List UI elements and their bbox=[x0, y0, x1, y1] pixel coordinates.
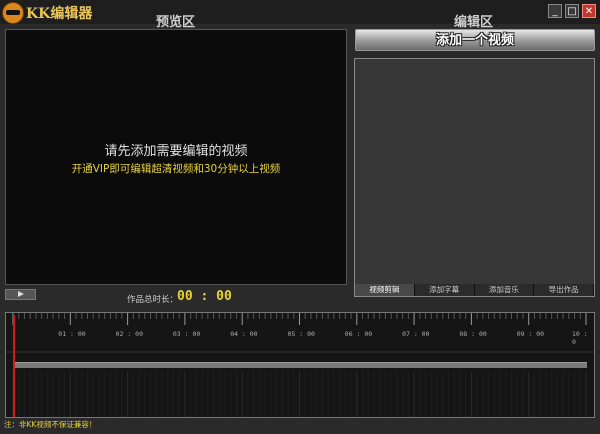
timeline[interactable]: 01 : 00 02 : 00 03 : 00 04 : 00 05 : 00 06 : … bbox=[5, 312, 595, 418]
preview-message: 请先添加需要编辑的视频 bbox=[104, 144, 248, 159]
add-video-button[interactable]: 添加一个视频 bbox=[355, 29, 595, 51]
duration-value: 00 : 00 bbox=[177, 289, 232, 304]
app-logo-icon bbox=[2, 2, 24, 24]
preview-pane: 请先添加需要编辑的视频 开通VIP即可编辑超清视频和30分钟以上视频 bbox=[5, 29, 347, 285]
track-lower-area bbox=[12, 371, 587, 417]
tab-add-music[interactable]: 添加音乐 bbox=[474, 284, 535, 296]
close-button[interactable]: ✕ bbox=[582, 4, 596, 18]
minimize-button[interactable]: _ bbox=[548, 4, 562, 18]
ruler-time-label: 05 : 00 bbox=[287, 330, 315, 338]
edit-pane bbox=[354, 58, 595, 297]
ruler-time-label: 07 : 00 bbox=[402, 330, 430, 338]
ruler-time-label: 10 : 0 bbox=[572, 330, 588, 346]
ruler-time-label: 06 : 00 bbox=[344, 330, 373, 338]
maximize-button[interactable]: □ bbox=[565, 4, 579, 18]
ruler-time-label: 08 : 00 bbox=[459, 330, 487, 338]
ruler-time-label: 04 : 00 bbox=[230, 330, 258, 338]
tab-video-clip[interactable]: 视频剪辑 bbox=[355, 284, 415, 296]
ruler-time-label: 02 : 00 bbox=[115, 330, 143, 338]
playhead[interactable] bbox=[13, 315, 15, 417]
tab-export[interactable]: 导出作品 bbox=[534, 284, 594, 296]
app-title: KK编辑器 bbox=[26, 6, 93, 22]
compatibility-note: 注：非KK视频不保证兼容！ bbox=[4, 420, 97, 429]
ruler-time-label: 03 : 00 bbox=[172, 330, 201, 338]
tab-add-subtitle[interactable]: 添加字幕 bbox=[414, 284, 475, 296]
ruler-time-label: 01 : 00 bbox=[58, 330, 86, 338]
play-button[interactable] bbox=[5, 289, 36, 300]
play-icon bbox=[18, 291, 24, 297]
timeline-ruler-labels: 01 : 00 02 : 00 03 : 00 04 : 00 05 : 00 06 : … bbox=[6, 313, 594, 353]
vip-tip: 开通VIP即可编辑超清视频和30分钟以上视频 bbox=[71, 163, 281, 175]
preview-area-label: 预览区 bbox=[156, 15, 196, 30]
edit-area-label: 编辑区 bbox=[454, 15, 494, 30]
video-track[interactable] bbox=[13, 362, 587, 368]
ruler-time-label: 09 : 00 bbox=[516, 330, 545, 338]
edit-tabs: 视频剪辑 添加字幕 添加音乐 导出作品 bbox=[355, 284, 594, 296]
duration-label: 作品总时长： bbox=[127, 295, 179, 305]
